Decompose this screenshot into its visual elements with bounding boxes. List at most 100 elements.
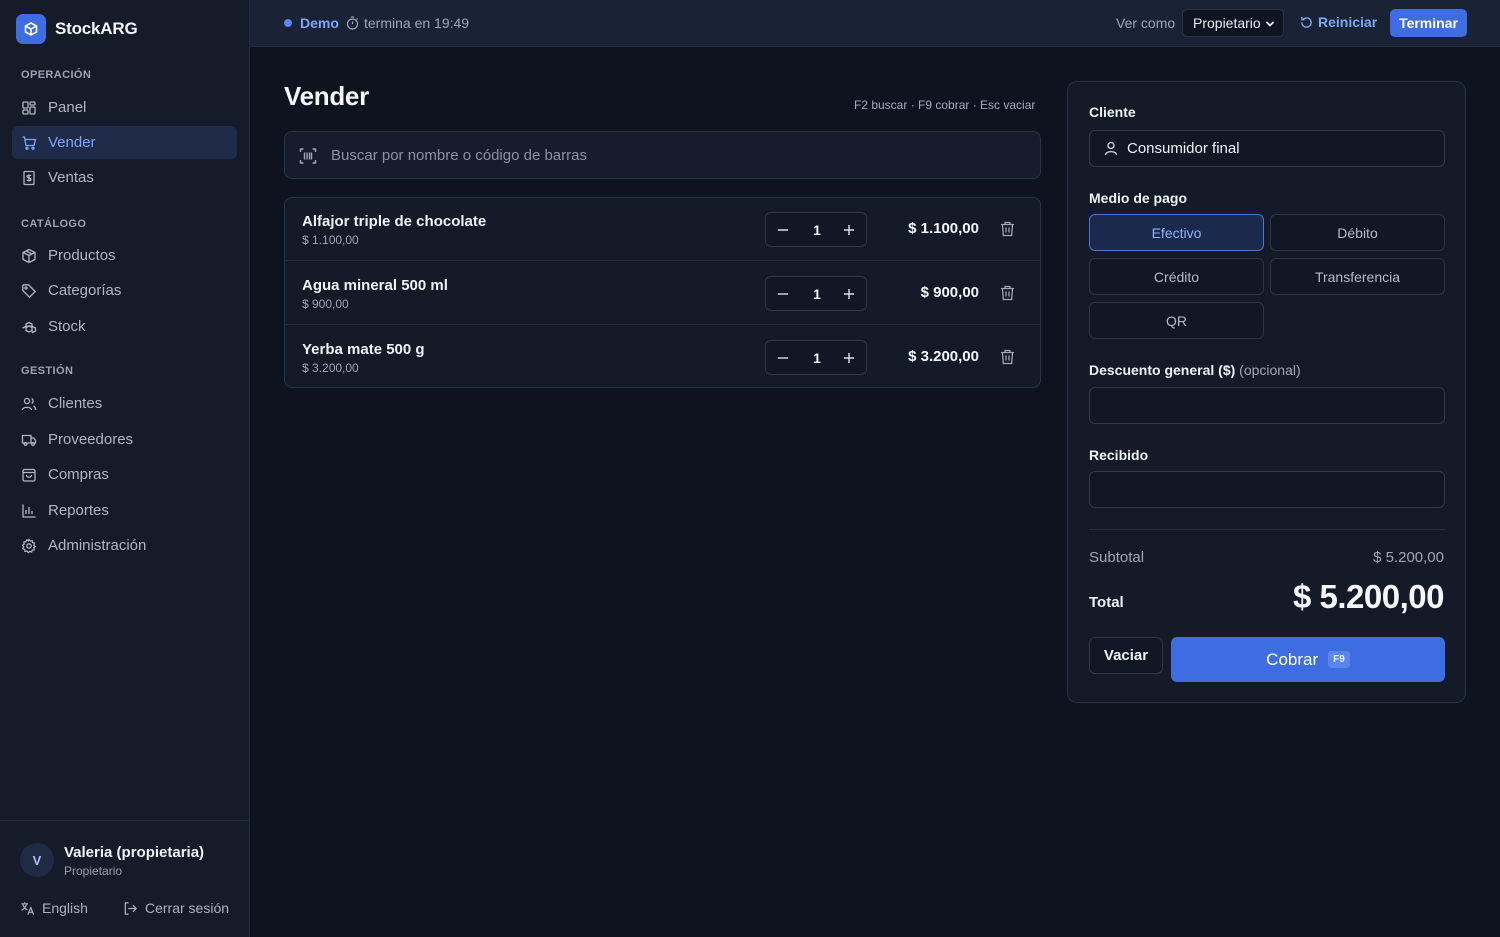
sidebar-footer: V Valeria (propietaria) Propietario Engl… <box>0 820 249 937</box>
timer-icon <box>346 16 359 30</box>
divider <box>1089 529 1445 530</box>
payment-method-label: Medio de pago <box>1089 190 1187 206</box>
received-field <box>1089 471 1445 508</box>
page-title: Vender <box>284 81 369 111</box>
item-name: Alfajor triple de chocolate <box>302 213 487 230</box>
view-as-label: Ver como <box>1116 15 1176 31</box>
dashboard-icon <box>22 100 36 115</box>
discount-input[interactable] <box>1090 388 1444 423</box>
reset-label: Reiniciar <box>1318 14 1378 30</box>
product-search[interactable] <box>284 131 1041 179</box>
payment-efectivo[interactable]: Efectivo <box>1089 214 1264 251</box>
logout-button[interactable]: Cerrar sesión <box>123 900 229 916</box>
sidebar-item-label: Productos <box>48 247 116 264</box>
sidebar-item-label: Stock <box>48 318 86 335</box>
avatar[interactable]: V <box>20 843 54 877</box>
received-label: Recibido <box>1089 447 1149 463</box>
brand[interactable]: StockARG <box>16 14 138 44</box>
sidebar-item-administracion[interactable]: Administración <box>12 529 237 562</box>
receipt-icon <box>23 170 35 185</box>
sidebar-item-stock[interactable]: Stock <box>12 310 237 343</box>
client-value: Consumidor final <box>1127 140 1240 157</box>
sidebar-item-clientes[interactable]: Clientes <box>12 387 237 420</box>
view-as-select[interactable]: Propietario <box>1182 9 1284 37</box>
trash-icon[interactable] <box>1000 221 1015 237</box>
section-catalogo: CATÁLOGO <box>21 218 87 230</box>
item-unit-price: $ 1.100,00 <box>302 233 359 247</box>
minus-icon <box>778 228 788 231</box>
sidebar-item-label: Categorías <box>48 282 122 299</box>
sidebar-item-vender[interactable]: Vender <box>12 126 237 159</box>
trash-icon[interactable] <box>1000 285 1015 301</box>
charge-label: Cobrar <box>1266 649 1319 669</box>
quantity-value[interactable]: 1 <box>800 277 834 310</box>
line-total: $ 1.100,00 <box>908 220 979 237</box>
discount-label: Descuento general ($) (opcional) <box>1089 362 1301 378</box>
reset-button[interactable]: Reiniciar <box>1300 14 1377 30</box>
sidebar-item-ventas[interactable]: Ventas <box>12 161 237 194</box>
plus-icon <box>844 224 854 235</box>
increase-quantity-button[interactable] <box>832 213 866 246</box>
discount-label-text: Descuento general ($) <box>1089 362 1236 378</box>
sidebar-item-reportes[interactable]: Reportes <box>12 494 237 527</box>
clear-cart-button[interactable]: Vaciar <box>1089 637 1163 674</box>
minus-icon <box>778 292 788 295</box>
sidebar-item-label: Ventas <box>48 169 94 186</box>
sidebar-item-panel[interactable]: Panel <box>12 91 237 124</box>
cart-item: Alfajor triple de chocolate $ 1.100,00 1… <box>285 198 1040 261</box>
keyboard-shortcuts-hint: F2 buscar · F9 cobrar · Esc vaciar <box>854 98 1036 112</box>
sidebar-item-proveedores[interactable]: Proveedores <box>12 423 237 456</box>
demo-status-dot <box>284 19 292 27</box>
client-select[interactable]: Consumidor final <box>1089 130 1445 167</box>
client-label: Cliente <box>1089 104 1136 120</box>
sidebar-item-compras[interactable]: Compras <box>12 458 237 491</box>
increase-quantity-button[interactable] <box>832 277 866 310</box>
cart-icon <box>22 135 37 150</box>
cart-item: Yerba mate 500 g $ 3.200,00 1 $ 3.200,00 <box>285 326 1040 387</box>
sidebar-item-categorias[interactable]: Categorías <box>12 274 237 307</box>
decrease-quantity-button[interactable] <box>766 341 800 374</box>
demo-badge: Demo <box>300 15 339 31</box>
payment-debito[interactable]: Débito <box>1270 214 1445 251</box>
total-label: Total <box>1089 594 1124 611</box>
shopping-bag-icon <box>22 468 36 482</box>
topbar: Demo termina en 19:49 Ver como Propietar… <box>250 0 1500 47</box>
section-operacion: OPERACIÓN <box>21 69 92 81</box>
minus-icon <box>778 356 788 359</box>
payment-credito[interactable]: Crédito <box>1089 258 1264 295</box>
quantity-value[interactable]: 1 <box>800 213 834 246</box>
decrease-quantity-button[interactable] <box>766 277 800 310</box>
translate-icon <box>21 901 35 915</box>
quantity-stepper: 1 <box>765 212 867 247</box>
box-icon <box>22 248 36 263</box>
chevron-down-icon <box>1265 21 1275 27</box>
payment-qr[interactable]: QR <box>1089 302 1264 339</box>
received-input[interactable] <box>1090 472 1444 507</box>
sidebar-item-label: Proveedores <box>48 431 134 448</box>
demo-timer: termina en 19:49 <box>364 15 470 31</box>
sidebar-item-label: Vender <box>48 134 96 151</box>
user-icon <box>1104 141 1118 156</box>
logout-label: Cerrar sesión <box>145 900 230 916</box>
quantity-value[interactable]: 1 <box>800 341 834 374</box>
language-button[interactable]: English <box>20 900 88 916</box>
line-total: $ 900,00 <box>920 284 979 301</box>
users-icon <box>21 397 37 410</box>
user-role: Propietario <box>64 864 123 878</box>
increase-quantity-button[interactable] <box>832 341 866 374</box>
tag-icon <box>22 283 37 298</box>
sidebar-item-productos[interactable]: Productos <box>12 239 237 272</box>
trash-icon[interactable] <box>1000 349 1015 365</box>
charge-button[interactable]: Cobrar F9 <box>1171 637 1445 682</box>
decrease-quantity-button[interactable] <box>766 213 800 246</box>
user-name: Valeria (propietaria) <box>64 844 205 861</box>
search-input[interactable] <box>331 132 1021 178</box>
sidebar-item-label: Clientes <box>48 395 103 412</box>
item-name: Agua mineral 500 ml <box>302 277 448 294</box>
end-demo-button[interactable]: Terminar <box>1390 9 1467 37</box>
payment-transferencia[interactable]: Transferencia <box>1270 258 1445 295</box>
refresh-icon <box>1301 16 1312 28</box>
section-gestion: GESTIÓN <box>21 365 74 377</box>
quantity-stepper: 1 <box>765 340 867 375</box>
subtotal-value: $ 5.200,00 <box>1373 549 1444 566</box>
